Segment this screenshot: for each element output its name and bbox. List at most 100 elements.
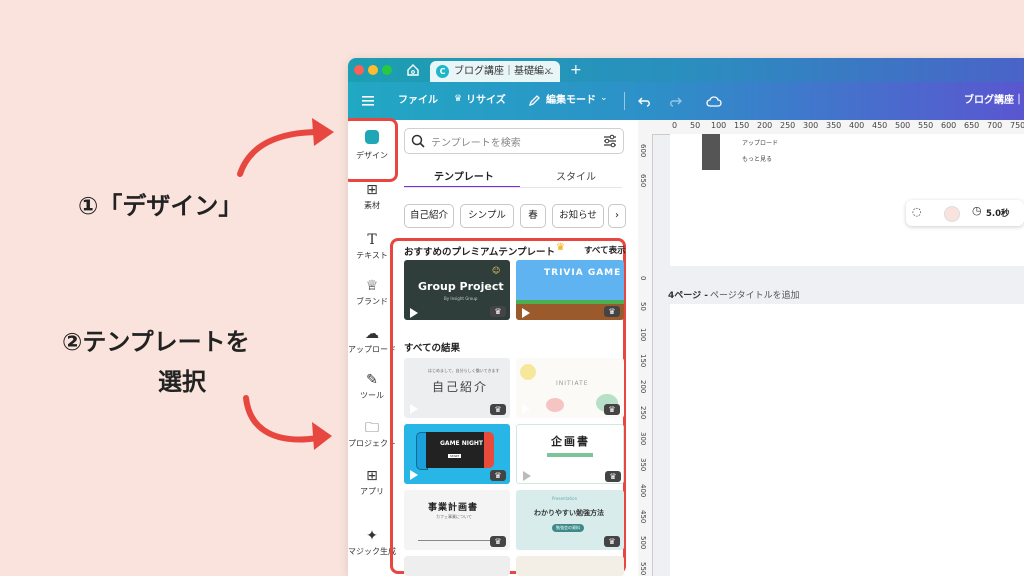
ruler-label: 0 <box>672 121 678 130</box>
chip-scroll-right[interactable]: › <box>608 204 626 228</box>
thumb-title: INITIATE <box>556 380 589 387</box>
thumb-title: 事業計画書 <box>428 503 479 513</box>
new-tab-button[interactable]: + <box>570 60 582 80</box>
template-thumb-group-project[interactable]: Group Project By Insight Group ☺ ♛ <box>404 260 510 320</box>
ruler-label: 700 <box>987 121 1003 130</box>
rail-item-tools[interactable]: ✎ ツール <box>348 366 396 414</box>
page-4-label: 4ページ - <box>668 291 708 301</box>
thumb-subtitle: START <box>448 454 462 458</box>
rail-item-projects[interactable]: 🗀 プロジェクト <box>348 414 396 462</box>
title-bar: C ブログ講座｜基礎編... × + <box>348 58 1024 82</box>
premium-heading: おすすめのプレミアムテンプレート <box>404 247 556 258</box>
play-icon <box>410 308 418 318</box>
rail-item-magic[interactable]: ✦ マジック生成 <box>348 522 396 570</box>
rail-item-elements[interactable]: ⊞ 素材 <box>348 176 396 224</box>
clock-icon: ◷ <box>972 204 982 217</box>
home-icon[interactable] <box>406 63 420 77</box>
blob-decoration <box>546 398 564 412</box>
vruler-label: 450 <box>639 510 647 524</box>
cloud-save-icon[interactable] <box>706 94 722 108</box>
see-all-link[interactable]: すべて表示 <box>584 244 626 256</box>
canva-logo-icon: C <box>436 65 449 78</box>
template-thumb-study-method[interactable]: Presentation わかりやすい勉強方法 勉強会の資料 ♛ <box>516 490 624 550</box>
page-floating-toolbar: ◌ ◷ 5.0秒 <box>906 200 1024 226</box>
upload-icon: ☁ <box>365 326 379 342</box>
zoom-window-button[interactable] <box>382 65 392 75</box>
duration-label[interactable]: 5.0秒 <box>986 207 1010 219</box>
premium-crown-icon: ♛ <box>605 471 621 482</box>
play-icon <box>522 308 530 318</box>
page-4-title-hint[interactable]: ページタイトルを追加 <box>710 288 800 301</box>
edit-mode-button[interactable]: 編集モード <box>546 82 596 120</box>
template-search-input[interactable]: テンプレートを検索 <box>404 128 624 154</box>
chip-news[interactable]: お知らせ <box>552 204 604 228</box>
ruler-label: 100 <box>711 121 727 130</box>
chip-spring[interactable]: 春 <box>520 204 546 228</box>
ruler-label: 500 <box>895 121 911 130</box>
template-panel: テンプレートを検索 テンプレート スタイル 自己紹介 シンプル 春 お知らせ ›… <box>390 120 639 576</box>
ruler-label: 350 <box>826 121 842 130</box>
play-icon <box>410 470 418 480</box>
magic-icon: ✦ <box>366 528 378 544</box>
thumb-title: 自己紹介 <box>432 380 489 394</box>
rail-item-brand[interactable]: ♕ ブランド <box>348 272 396 320</box>
template-thumb-initiate[interactable]: INITIATE ♛ <box>516 358 624 418</box>
template-thumb-partial-2[interactable] <box>516 556 624 576</box>
star-decoration: ☺ <box>492 266 501 275</box>
toolbar-divider <box>624 92 625 110</box>
hamburger-icon[interactable] <box>362 95 374 107</box>
tab-document[interactable]: C ブログ講座｜基礎編... × <box>430 61 560 82</box>
chevron-down-icon[interactable]: ⌄ <box>600 93 608 103</box>
template-thumb-game-night[interactable]: GAME NIGHT START ♛ <box>404 424 510 484</box>
ruler-label: 750 <box>1010 121 1024 130</box>
close-window-button[interactable] <box>354 65 364 75</box>
tab-styles[interactable]: スタイル <box>556 168 596 183</box>
rail-label-elements: 素材 <box>364 201 380 210</box>
text-icon: T <box>367 232 377 248</box>
file-menu[interactable]: ファイル <box>398 82 438 120</box>
rail-label-tools: ツール <box>360 391 384 400</box>
rail-item-apps[interactable]: ⊞ アプリ <box>348 462 396 510</box>
dark-block <box>702 134 720 170</box>
premium-crown-icon: ♛ <box>490 536 506 547</box>
rail-item-upload[interactable]: ☁ アップロード <box>348 320 396 368</box>
highlight-design-box <box>348 118 398 182</box>
arrow-to-template-list-icon <box>243 395 332 450</box>
template-thumb-proposal[interactable]: 企画書 ♛ <box>516 424 624 484</box>
annotation-step2-line2: 選択 <box>158 368 206 396</box>
vruler-label: 600 <box>639 144 647 158</box>
tab-title: ブログ講座｜基礎編... <box>454 66 554 77</box>
undo-icon[interactable] <box>638 94 652 108</box>
rail-label-text: テキスト <box>356 251 388 260</box>
thumb-subtitle: Presentation <box>552 496 578 501</box>
ruler-label: 600 <box>941 121 957 130</box>
rail-item-text[interactable]: T テキスト <box>348 226 396 274</box>
tab-templates[interactable]: テンプレート <box>434 168 494 183</box>
rail-label-projects: プロジェクト <box>348 439 396 448</box>
canvas-area: 0 50 100 150 200 250 300 350 400 450 500… <box>638 120 1024 576</box>
ruler-label: 550 <box>918 121 934 130</box>
vruler-label: 350 <box>639 458 647 472</box>
resize-button[interactable]: リサイズ <box>466 82 506 120</box>
chip-self-intro[interactable]: 自己紹介 <box>404 204 454 228</box>
grass-decoration <box>516 300 624 304</box>
chip-simple[interactable]: シンプル <box>460 204 514 228</box>
document-title[interactable]: ブログ講座｜ <box>964 82 1024 120</box>
template-thumb-self-intro[interactable]: はじめまして、自分らしく働いてきます 自己紹介 ♛ <box>404 358 510 418</box>
comment-icon[interactable]: ◌ <box>912 205 922 218</box>
rail-label-brand: ブランド <box>356 297 388 306</box>
template-thumb-business-plan[interactable]: 事業計画書 カフェ事業について ♛ <box>404 490 510 550</box>
tab-close-icon[interactable]: × <box>544 61 552 82</box>
vruler-label: 550 <box>639 562 647 576</box>
arrow-to-design-icon <box>237 118 334 177</box>
template-thumb-trivia-game[interactable]: TRIVIA GAME ♛ <box>516 260 624 320</box>
redo-icon[interactable] <box>668 94 682 108</box>
template-thumb-partial-1[interactable] <box>404 556 510 576</box>
premium-crown-icon: ♛ <box>604 306 620 317</box>
page-4-canvas[interactable] <box>670 304 1024 576</box>
minimize-window-button[interactable] <box>368 65 378 75</box>
filter-icon[interactable] <box>603 134 617 148</box>
ruler-label: 200 <box>757 121 773 130</box>
rail-label-upload: アップロード <box>348 345 396 354</box>
page-color-swatch[interactable] <box>944 206 960 222</box>
